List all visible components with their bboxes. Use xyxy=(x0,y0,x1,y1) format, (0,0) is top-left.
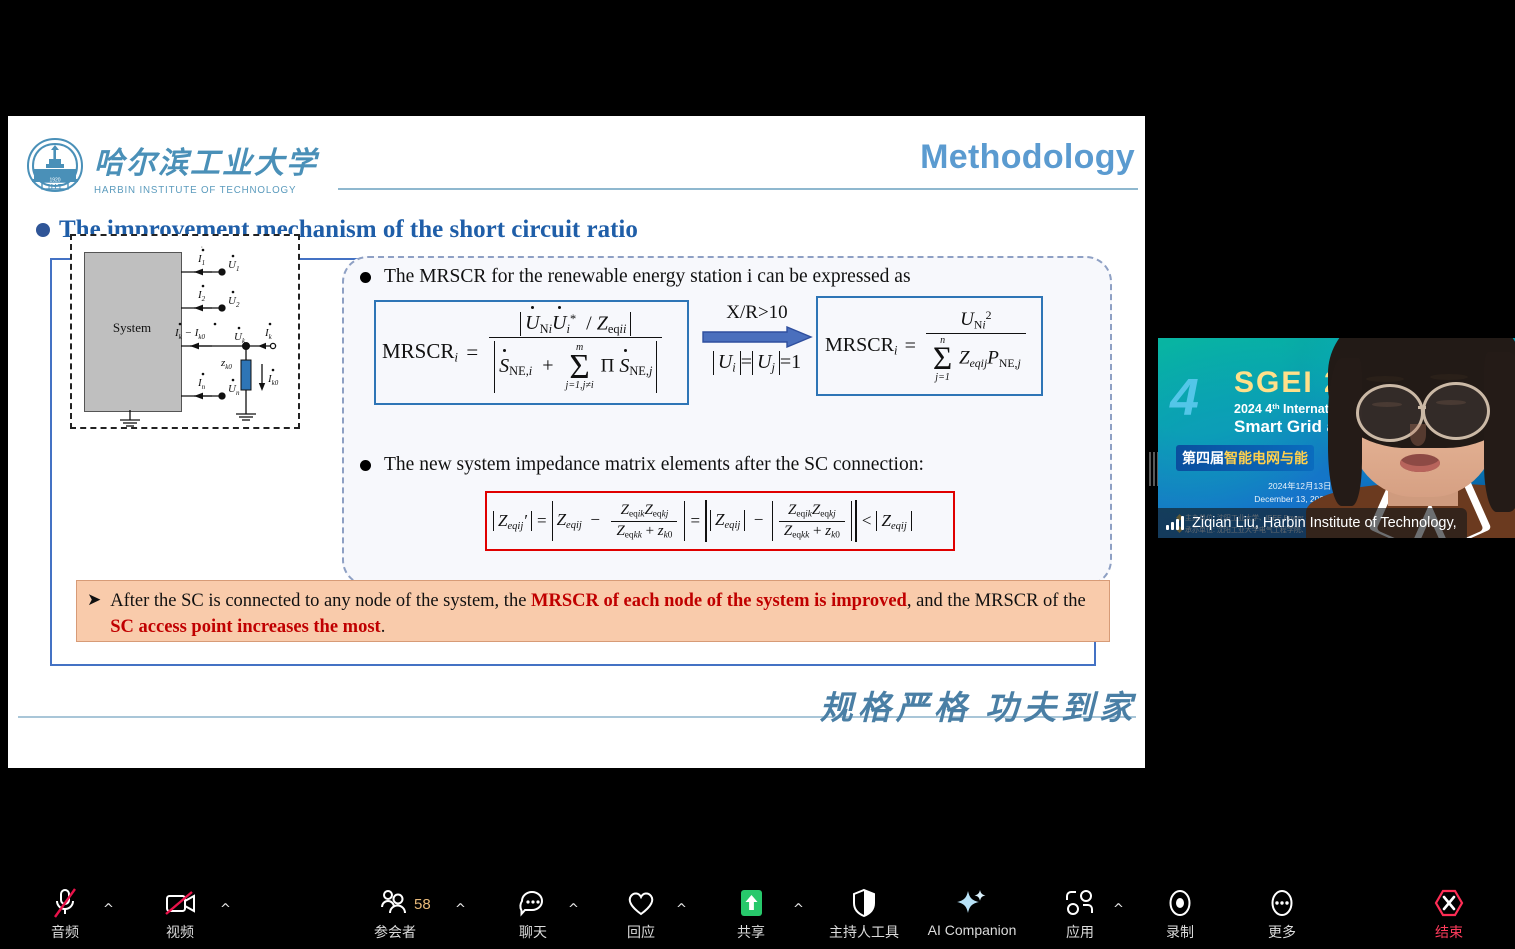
toolbar-button-participants[interactable]: 参会者 xyxy=(358,886,432,942)
logo-chinese-name: 哈尔滨工业大学 xyxy=(94,147,318,180)
condition-arrow-group: X/R>10 Ui = Uj =1 xyxy=(698,302,816,376)
arrow-bullet-icon: ➤ xyxy=(87,590,102,609)
apps-icon xyxy=(1064,886,1096,920)
toolbar-label-more: 更多 xyxy=(1268,924,1296,940)
arrow-bottom-condition: Ui = Uj =1 xyxy=(698,351,816,376)
share-screen-icon xyxy=(735,886,767,920)
bullet-text-2: The new system impedance matrix elements… xyxy=(384,454,924,475)
toolbar-label-host-tools: 主持人工具 xyxy=(829,924,899,940)
header-divider xyxy=(338,188,1138,190)
bullet-text-1: The MRSCR for the renewable energy stati… xyxy=(384,266,911,287)
chevron-up-icon-video[interactable]: ^ xyxy=(220,902,231,917)
arrow-top-condition: X/R>10 xyxy=(726,302,788,323)
svg-text:Ik0: Ik0 xyxy=(267,373,279,387)
toolbar-label-reactions: 回应 xyxy=(627,924,655,940)
right-arrow-icon xyxy=(702,326,813,348)
toolbar-button-ai-companion[interactable]: AI Companion xyxy=(924,886,1020,938)
participants-count-badge: 58 xyxy=(414,896,431,913)
poster-chinese-title: 第四届智能电网与能 xyxy=(1176,445,1314,472)
svg-text:Ik: Ik xyxy=(264,327,273,341)
participant-video-tile[interactable]: 4 SGEI 2 2024 4th Internat Smart Grid a … xyxy=(1158,338,1515,538)
svg-text:I1: I1 xyxy=(197,253,205,267)
conclusion-part-1: After the SC is connected to any node of… xyxy=(110,591,532,611)
toolbar-button-apps[interactable]: 应用 xyxy=(1043,886,1117,942)
zoom-meeting-window: 1920 H I T 哈尔滨工业大学 HARBIN INSTITUTE OF T… xyxy=(0,0,1515,949)
svg-text:U2: U2 xyxy=(228,295,240,309)
chevron-up-icon-reactions[interactable]: ^ xyxy=(676,902,687,917)
chevron-up-icon-audio[interactable]: ^ xyxy=(103,902,114,917)
conclusion-part-3: . xyxy=(380,617,386,638)
formula-mrscr-general: MRSCRi = UNiUi* / Zeqii SNE,i + m Σ j=1,… xyxy=(374,300,689,405)
microphone-muted-icon xyxy=(50,886,80,920)
bullet-dot-icon xyxy=(36,223,50,237)
bullet-dot-icon xyxy=(360,271,371,283)
toolbar-label-audio: 音频 xyxy=(51,924,79,940)
svg-text:In: In xyxy=(197,377,206,391)
bullet-item-2: The new system impedance matrix elements… xyxy=(360,454,924,476)
toolbar-label-end: 结束 xyxy=(1435,924,1463,940)
toolbar-label-ai-companion: AI Companion xyxy=(927,922,1017,938)
shield-icon xyxy=(851,886,877,920)
conclusion-highlight-1: MRSCR of each node of the system is impr… xyxy=(531,591,907,611)
svg-text:̇: ̇ xyxy=(201,246,203,247)
camera-muted-icon xyxy=(163,886,197,920)
toolbar-button-end[interactable]: 结束 xyxy=(1412,886,1486,942)
toolbar-button-share[interactable]: 共享 xyxy=(714,886,788,942)
svg-text:Ik − Ik0: Ik − Ik0 xyxy=(174,327,205,341)
toolbar-label-record: 录制 xyxy=(1166,924,1194,940)
svg-text:H I T: H I T xyxy=(48,183,62,190)
university-logo: 1920 H I T 哈尔滨工业大学 HARBIN INSTITUTE OF T… xyxy=(22,136,318,198)
footer-motto: 规格严格 功夫到家 xyxy=(819,691,1137,727)
bullet-dot-icon xyxy=(360,459,371,471)
svg-text:Uk: Uk xyxy=(234,331,246,345)
system-circuit-diagram: System I1 I2 Ik − Ik0 In Ik Ik0 zk0 U1 U… xyxy=(70,234,300,429)
chevron-up-icon-chat[interactable]: ^ xyxy=(568,902,579,917)
record-circle-icon xyxy=(1165,886,1195,920)
toolbar-button-chat[interactable]: 聊天 xyxy=(496,886,570,942)
conclusion-callout: ➤ After the SC is connected to any node … xyxy=(76,580,1110,642)
svg-text:zk0: zk0 xyxy=(220,357,232,371)
meeting-stage: 1920 H I T 哈尔滨工业大学 HARBIN INSTITUTE OF T… xyxy=(0,0,1515,880)
participants-icon xyxy=(379,886,411,920)
shared-screen-area[interactable]: 1920 H I T 哈尔滨工业大学 HARBIN INSTITUTE OF T… xyxy=(8,54,1145,829)
sparkle-icon xyxy=(955,886,989,920)
chat-bubble-icon xyxy=(517,886,549,920)
toolbar-button-record[interactable]: 录制 xyxy=(1143,886,1217,942)
svg-text:I2: I2 xyxy=(197,289,206,303)
hit-university-crest-icon: 1920 H I T xyxy=(22,136,88,198)
toolbar-button-audio[interactable]: 音频 xyxy=(28,886,102,942)
svg-text:U1: U1 xyxy=(228,259,239,273)
logo-english-name: HARBIN INSTITUTE OF TECHNOLOGY xyxy=(94,184,297,196)
toolbar-button-host-tools[interactable]: 主持人工具 xyxy=(826,886,902,942)
signal-bars-icon xyxy=(1166,516,1184,530)
formula-impedance-matrix: Zeqij′ = Zeqij − ZeqikZeqkj Zeqkk + zk0 … xyxy=(485,491,955,551)
page-title: Methodology xyxy=(920,138,1135,176)
toolbar-label-apps: 应用 xyxy=(1066,924,1094,940)
end-call-icon xyxy=(1433,886,1465,920)
heart-icon xyxy=(625,886,657,920)
conclusion-highlight-2: SC access point increases the most xyxy=(110,617,381,638)
toolbar-label-chat: 聊天 xyxy=(519,924,547,940)
formula-mrscr-simplified: MRSCRi = UNi2 n Σ j=1 ZeqijPNE,j xyxy=(816,296,1043,396)
chevron-up-icon-share[interactable]: ^ xyxy=(793,902,804,917)
poster-edition-number: 4 xyxy=(1170,369,1199,427)
chevron-up-icon-participants[interactable]: ^ xyxy=(455,902,466,917)
conclusion-part-2: , and the MRSCR of the xyxy=(906,591,1086,611)
chevron-up-icon-apps[interactable]: ^ xyxy=(1113,902,1124,917)
bullet-item-1: The MRSCR for the renewable energy stati… xyxy=(360,266,911,288)
circuit-wires: I1 ̇ I2 Ik − Ik0 In Ik Ik0 zk0 U1 U2 Uk … xyxy=(120,246,279,427)
participant-name-label: Ziqian Liu, Harbin Institute of Technolo… xyxy=(1192,515,1457,531)
toolbar-label-share: 共享 xyxy=(737,924,765,940)
ellipsis-icon xyxy=(1267,886,1297,920)
toolbar-label-video: 视频 xyxy=(166,924,194,940)
meeting-toolbar: 音频 ^ 视频 ^ 参会者 58 ^ 聊天 ^ 回应 ^ 共享 ^ 主持人工具 … xyxy=(0,880,1515,949)
svg-text:Un: Un xyxy=(228,383,240,397)
toolbar-button-video[interactable]: 视频 xyxy=(143,886,217,942)
presentation-slide: 1920 H I T 哈尔滨工业大学 HARBIN INSTITUTE OF T… xyxy=(8,116,1145,768)
participant-name-bar: Ziqian Liu, Harbin Institute of Technolo… xyxy=(1158,508,1467,538)
toolbar-button-reactions[interactable]: 回应 xyxy=(604,886,678,942)
toolbar-label-participants: 参会者 xyxy=(374,924,416,940)
toolbar-button-more[interactable]: 更多 xyxy=(1245,886,1319,942)
